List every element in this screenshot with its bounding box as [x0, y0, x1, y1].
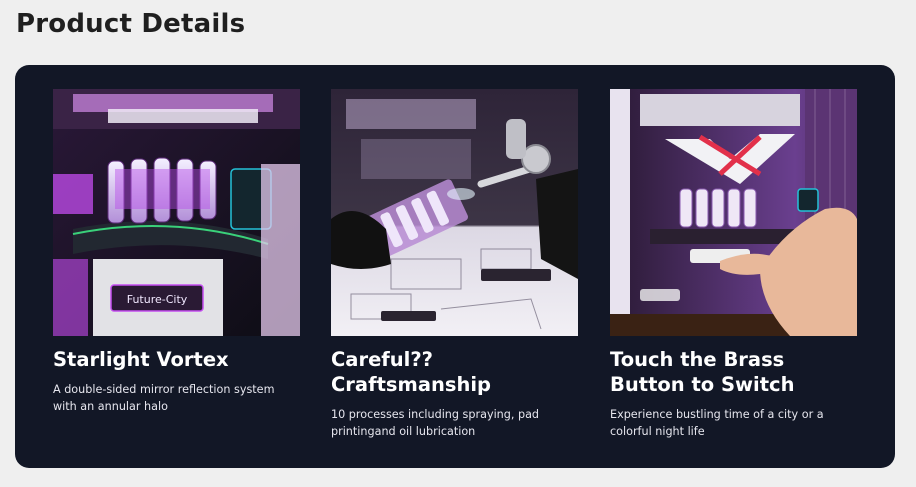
page-title: Product Details: [16, 9, 246, 39]
card-title: Careful?? Craftsmanship: [331, 348, 491, 396]
product-image-starlight-vortex: Future-City: [53, 89, 300, 336]
card-description: A double-sided mirror reflection system …: [53, 383, 275, 413]
product-card-starlight-vortex: Future-City Starlight Vortex A double-si…: [53, 89, 300, 415]
product-image-craftsmanship: [331, 89, 578, 336]
product-card-craftsmanship: Careful?? Craftsmanship 10 processes inc…: [331, 89, 578, 440]
card-description: 10 processes including spraying, pad pri…: [331, 408, 540, 438]
card-title: Starlight Vortex: [53, 348, 229, 371]
product-details-panel: Future-City Starlight Vortex A double-si…: [15, 65, 895, 468]
card-description: Experience bustling time of a city or a …: [610, 408, 824, 438]
image-caption-text: Future-City: [127, 293, 188, 306]
card-title: Touch the Brass Button to Switch: [610, 348, 795, 396]
product-image-brass-button: [610, 89, 857, 336]
product-card-brass-button: Touch the Brass Button to Switch Experie…: [610, 89, 857, 440]
